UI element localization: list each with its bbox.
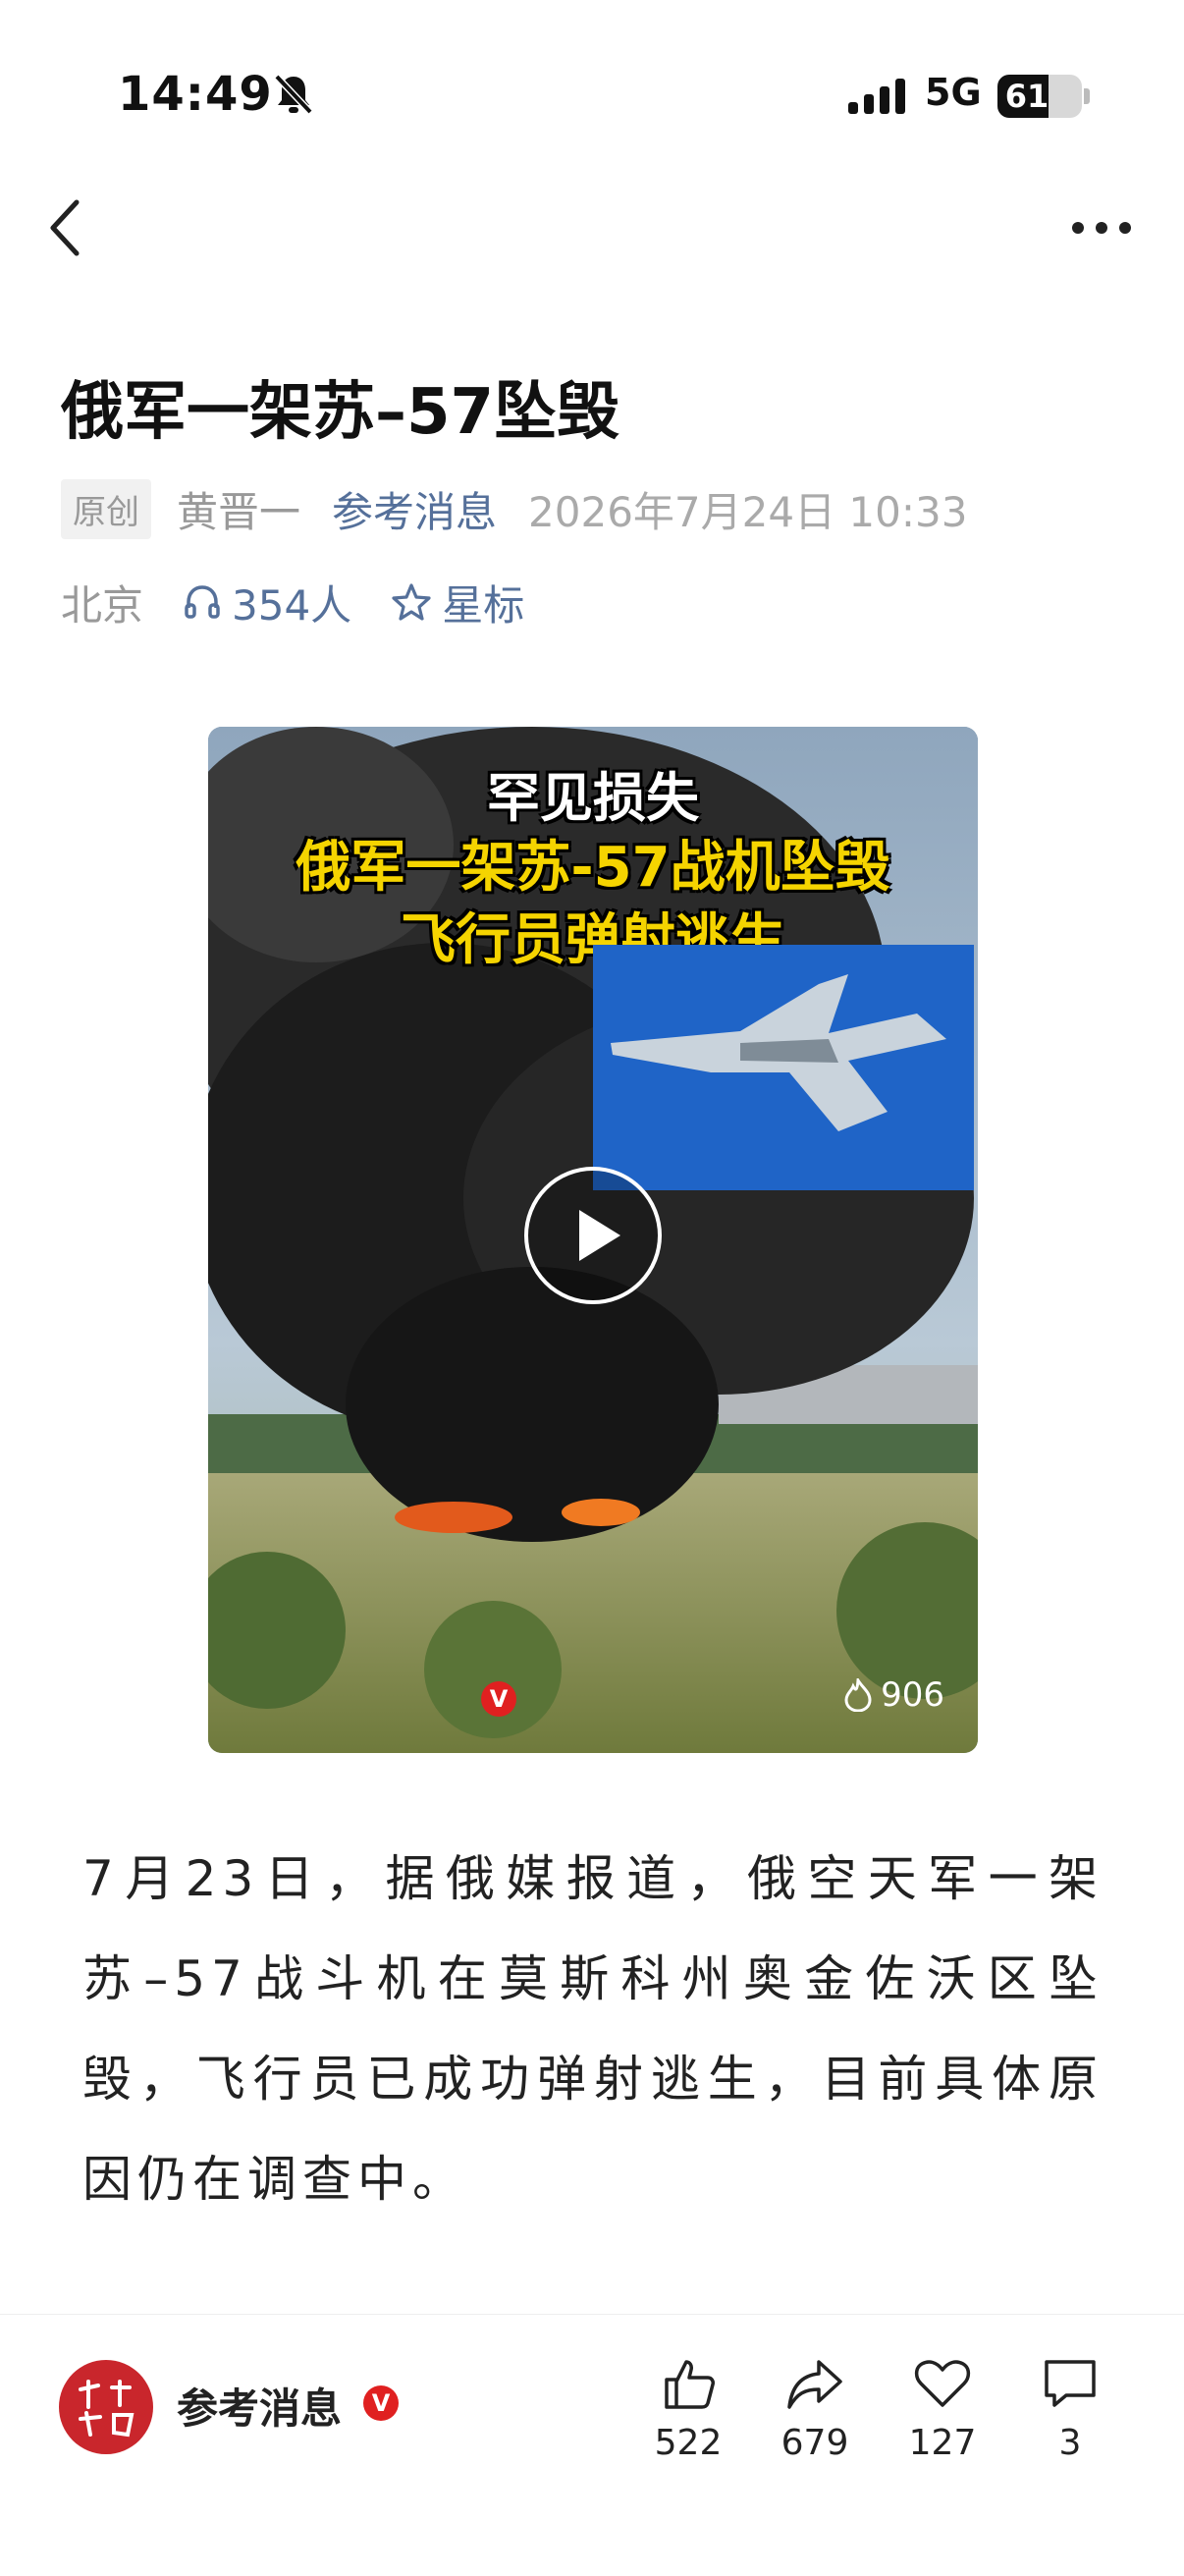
author-name[interactable]: 黄晋一 bbox=[177, 479, 300, 539]
account-name[interactable]: 参考消息 bbox=[177, 2376, 342, 2436]
thumbs-up-icon bbox=[665, 2360, 715, 2409]
logo-icon bbox=[79, 2380, 135, 2438]
article-meta: 原创 黄晋一 参考消息 2026年7月24日 10:33 bbox=[61, 478, 968, 539]
play-icon bbox=[579, 1210, 620, 1261]
video-caption-1: 罕见损失 bbox=[487, 767, 699, 829]
network-type: 5G bbox=[925, 71, 982, 114]
jet-icon bbox=[611, 974, 946, 1131]
listen-button[interactable]: 354人 bbox=[183, 573, 351, 632]
bell-muted-icon bbox=[274, 74, 313, 115]
account-avatar[interactable] bbox=[59, 2360, 153, 2454]
comment-icon bbox=[1045, 2360, 1096, 2407]
status-time: 14:49 bbox=[118, 67, 273, 122]
view-count-value: 906 bbox=[881, 1675, 944, 1715]
share-count: 679 bbox=[780, 2423, 849, 2463]
listen-count: 354人 bbox=[232, 580, 352, 630]
view-count: 906 bbox=[843, 1675, 944, 1715]
share-button[interactable]: 679 bbox=[766, 2354, 864, 2463]
star-button[interactable]: 星标 bbox=[391, 573, 524, 632]
flame-icon bbox=[844, 1678, 872, 1712]
star-label: 星标 bbox=[442, 580, 525, 630]
like-button[interactable]: 522 bbox=[639, 2354, 737, 2463]
signal-icon bbox=[848, 79, 905, 114]
original-badge: 原创 bbox=[61, 478, 151, 539]
verified-icon: V bbox=[481, 1681, 516, 1717]
play-button[interactable] bbox=[524, 1167, 662, 1304]
battery-icon: 61 bbox=[997, 75, 1082, 118]
favorite-button[interactable]: 127 bbox=[893, 2354, 992, 2463]
battery-cap bbox=[1084, 88, 1090, 104]
location: 北京 bbox=[61, 580, 144, 630]
comment-count: 3 bbox=[1058, 2423, 1082, 2463]
star-icon bbox=[392, 583, 431, 621]
verified-icon: V bbox=[363, 2385, 399, 2421]
video-player[interactable]: 罕见损失 俄军一架苏-57战机坠毁 飞行员弹射逃生 V 906 bbox=[208, 727, 978, 1753]
article-meta-2: 北京 354人 星标 bbox=[61, 574, 524, 630]
jet-inset-image bbox=[593, 945, 974, 1190]
headphones-icon bbox=[185, 585, 220, 619]
like-count: 522 bbox=[654, 2423, 723, 2463]
publish-date: 2026年7月24日 10:33 bbox=[528, 487, 968, 536]
source-link[interactable]: 参考消息 bbox=[332, 479, 497, 539]
battery-level: 61 bbox=[1004, 78, 1049, 115]
article-body: 7月23日，据俄媒报道，俄空天军一架苏–57战斗机在莫斯科州奥金佐沃区坠毁，飞行… bbox=[82, 1850, 1103, 2208]
chevron-left-icon[interactable] bbox=[43, 196, 86, 259]
comment-button[interactable]: 3 bbox=[1021, 2354, 1119, 2463]
favorite-count: 127 bbox=[908, 2423, 977, 2463]
share-icon bbox=[787, 2360, 842, 2409]
heart-icon bbox=[914, 2360, 971, 2407]
bottom-action-bar: 参考消息 V 522 679 127 3 bbox=[0, 2314, 1184, 2576]
article-title: 俄军一架苏–57坠毁 bbox=[61, 376, 620, 449]
video-caption-2: 俄军一架苏-57战机坠毁 bbox=[296, 836, 890, 900]
more-dots-icon[interactable] bbox=[1070, 214, 1133, 242]
